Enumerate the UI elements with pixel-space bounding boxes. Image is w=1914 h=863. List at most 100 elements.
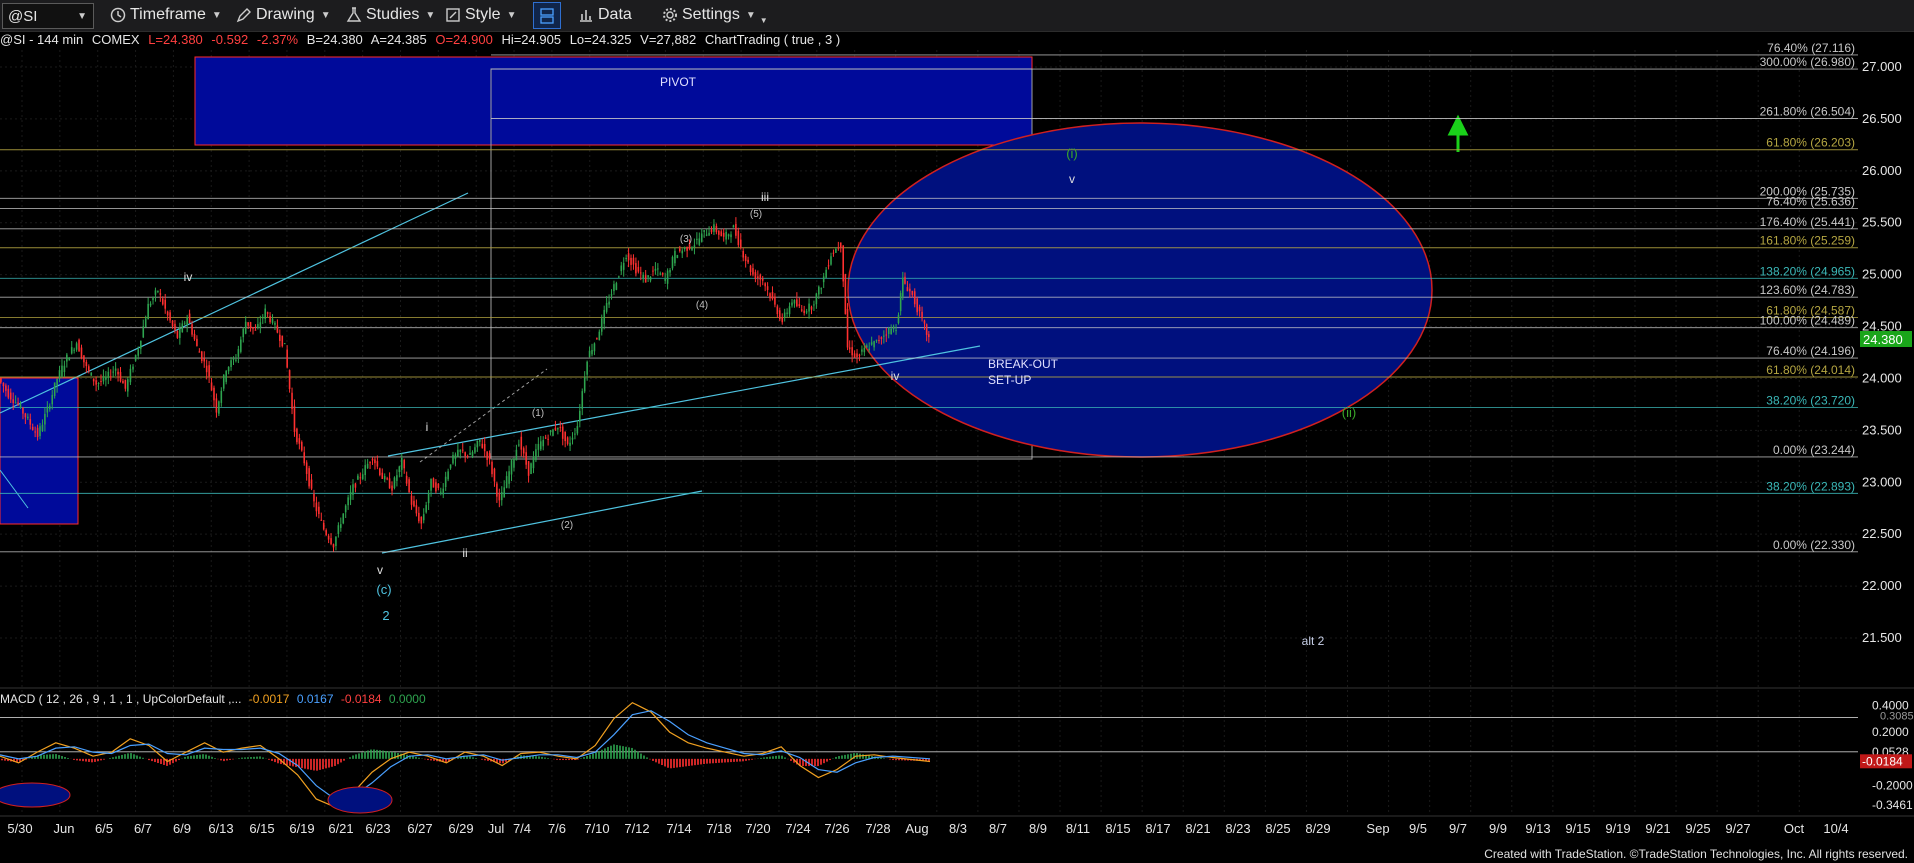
candle-body [388, 478, 391, 489]
candle-body [598, 331, 601, 341]
candle-body [637, 266, 640, 272]
candle-body [805, 311, 808, 313]
chevron-down-icon: ▼ [320, 9, 331, 21]
candle-body [430, 478, 432, 491]
candle-body [179, 328, 181, 338]
candle-body [483, 443, 486, 452]
candle-body [620, 265, 623, 272]
studies-menu[interactable]: Studies ▼ [346, 4, 435, 26]
candle-body [861, 349, 863, 352]
candle-body [686, 246, 688, 251]
candle-body [322, 522, 325, 530]
candle-body [112, 371, 114, 373]
data-menu[interactable]: Data [578, 4, 632, 26]
candle-body [176, 330, 179, 338]
candle-body [885, 334, 888, 336]
candle-body [383, 475, 386, 480]
macd-value-3: -0.0184 [340, 692, 382, 706]
candle-body [708, 232, 710, 236]
candle-body [586, 361, 588, 375]
candle-body [830, 256, 832, 265]
candle-body [117, 371, 119, 375]
layout-toggle-button[interactable] [533, 2, 561, 29]
candle-body [887, 327, 890, 334]
candle-body [174, 323, 176, 330]
macd-tick: -0.2000 [1872, 779, 1913, 793]
candle-body [427, 493, 430, 504]
candle-body [608, 301, 610, 305]
candle-body [564, 431, 566, 442]
price-chart[interactable]: 76.40% (27.116)300.00% (26.980)261.80% (… [0, 0, 1914, 863]
candle-body [752, 268, 754, 275]
candle-body [222, 374, 225, 389]
candle-body [505, 476, 508, 488]
candle-body [410, 495, 413, 505]
time-tick: 8/11 [1066, 821, 1090, 836]
candle-body [883, 335, 885, 337]
candle-body [403, 460, 406, 469]
candle-body [786, 312, 788, 314]
wave-label: (4) [696, 300, 708, 311]
candle-body [842, 245, 845, 282]
candle-body [710, 229, 713, 233]
candle-body [583, 377, 586, 392]
candle-body [70, 347, 73, 354]
time-tick: 7/10 [584, 821, 609, 836]
price-tick: 27.000 [1862, 59, 1902, 74]
candle-body [80, 347, 83, 359]
price-tick: 22.000 [1862, 578, 1902, 593]
symbol-selector[interactable]: @SI ▼ [2, 3, 94, 29]
candle-body [439, 491, 442, 493]
candle-body [669, 269, 671, 273]
drawing-menu[interactable]: Drawing ▼ [236, 4, 331, 26]
candle-body [681, 250, 684, 254]
candle-body [366, 463, 369, 469]
candle-body [161, 298, 164, 305]
timeframe-menu[interactable]: Timeframe ▼ [110, 4, 222, 26]
fib-label: 0.00% (22.330) [1773, 538, 1855, 552]
wave-label: SET-UP [988, 373, 1031, 387]
fib-label: 161.80% (25.259) [1760, 234, 1855, 248]
candle-body [486, 451, 488, 460]
candle-body [873, 341, 875, 348]
candle-body [27, 416, 29, 419]
candle-body [674, 250, 676, 264]
candle-body [36, 427, 39, 438]
candle-body [481, 443, 484, 448]
candle-body [661, 272, 664, 275]
candle-body [308, 468, 310, 487]
candle-body [880, 337, 883, 339]
wave-label: (2) [561, 520, 573, 531]
time-tick: 9/15 [1565, 821, 1590, 836]
wave-label: BREAK-OUT [988, 357, 1059, 371]
candle-body [666, 270, 669, 284]
settings-menu[interactable]: Settings ▼ ▼ [662, 4, 768, 26]
candle-body [232, 358, 235, 360]
macd-tick: 0.2000 [1872, 725, 1909, 739]
candle-body [140, 340, 142, 349]
candle-body [164, 299, 167, 309]
candle-body [720, 231, 723, 237]
macd-tick: -0.0184 [1862, 754, 1903, 768]
candle-body [683, 247, 686, 250]
candle-body [579, 410, 581, 422]
candle-body [109, 376, 112, 378]
candle-body [508, 471, 510, 484]
candle-body [921, 311, 923, 319]
candle-body [603, 309, 605, 324]
candle-body [191, 324, 193, 335]
candle-body [627, 253, 630, 261]
candle-body [839, 242, 842, 248]
candle-body [557, 427, 559, 430]
candle-body [518, 444, 520, 446]
candle-body [364, 465, 366, 476]
candle-body [715, 226, 718, 233]
candle-body [696, 238, 698, 240]
status-bid: B=24.380 [306, 32, 363, 47]
candle-body [303, 452, 306, 464]
candle-body [459, 449, 462, 452]
candle-body [437, 483, 440, 488]
style-menu[interactable]: Style ▼ [445, 4, 516, 26]
candle-body [615, 283, 618, 290]
time-tick: 6/19 [289, 821, 314, 836]
